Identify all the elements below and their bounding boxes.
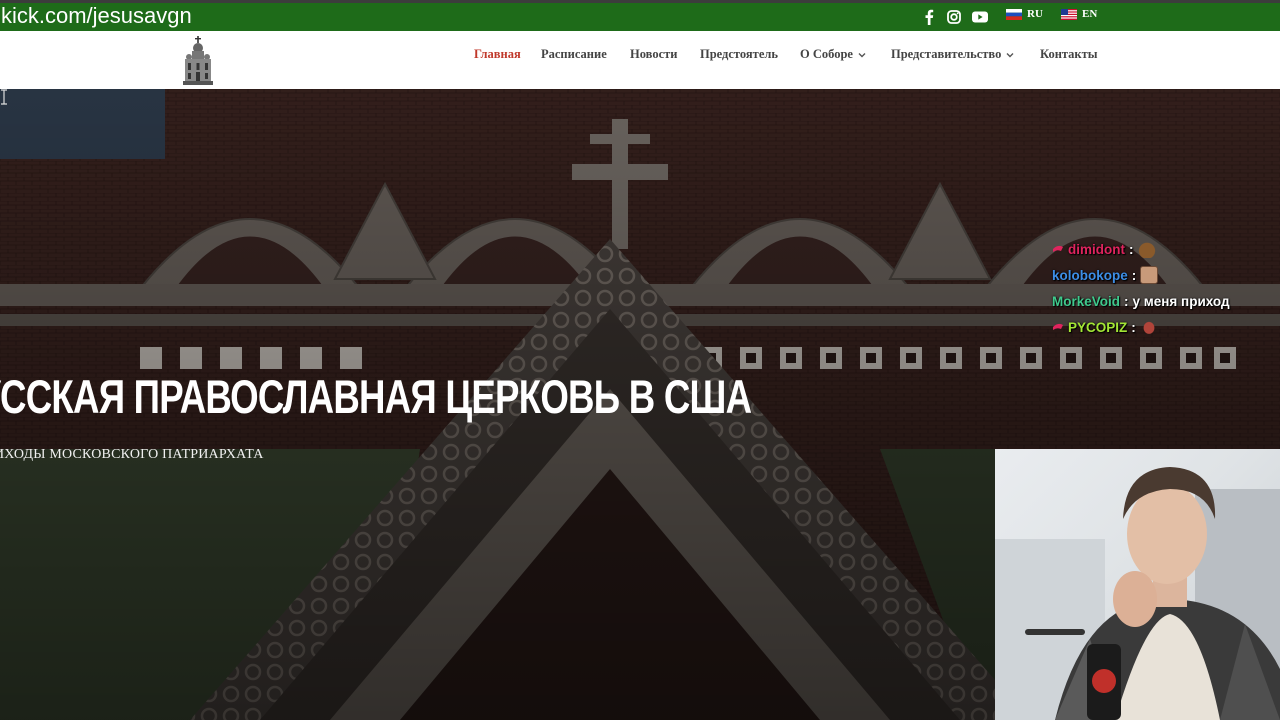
hero-subtitle: ИХОДЫ МОСКОВСКОГО ПАТРИАРХАТА: [0, 447, 264, 462]
chevron-down-icon: [858, 52, 866, 57]
nav-item-schedule[interactable]: Расписание: [541, 47, 607, 62]
chat-message: kolobokope :: [1052, 262, 1280, 288]
chat-separator: :: [1129, 241, 1134, 257]
chat-username: kolobokope: [1052, 267, 1128, 283]
text-cursor-icon: [1, 89, 7, 105]
chat-message: PYCOPIZ :: [1052, 314, 1280, 340]
chat-separator: :: [1131, 267, 1137, 283]
face-emote-icon: [1140, 266, 1159, 284]
instagram-icon[interactable]: [947, 7, 961, 27]
chat-username: PYCOPIZ: [1068, 319, 1128, 335]
chat-separator: :: [1131, 319, 1136, 335]
language-ru-label: RU: [1027, 8, 1043, 20]
chat-separator: :: [1124, 293, 1129, 309]
russia-flag-icon: [1006, 8, 1022, 20]
nav-item-label: Представительство: [891, 47, 1002, 61]
stream-channel-url: kick.com/jesusavgn: [1, 3, 192, 28]
nav-item-about-cathedral[interactable]: О Соборе: [800, 47, 866, 62]
language-ru[interactable]: RU: [1006, 8, 1043, 20]
subscriber-badge-icon: [1053, 323, 1063, 330]
nav-item-contacts[interactable]: Контакты: [1040, 47, 1098, 62]
chat-message: dimidont :: [1052, 236, 1280, 262]
nav-item-representation[interactable]: Представительство: [891, 47, 1014, 62]
subscriber-badge-icon: [1053, 245, 1063, 252]
chat-username: MorkeVoid: [1052, 293, 1121, 309]
language-en-label: EN: [1082, 8, 1098, 20]
hero-title: УССКАЯ ПРАВОСЛАВНАЯ ЦЕРКОВЬ В США: [0, 370, 752, 423]
chat-username: dimidont: [1068, 241, 1125, 257]
top-bar: kick.com/jesusavgn RU EN: [0, 0, 1280, 31]
nav-item-label: Контакты: [1040, 47, 1098, 61]
chat-text: у меня приход: [1132, 293, 1230, 309]
nav-item-label: Главная: [474, 47, 521, 61]
chat-message: MorkeVoid : у меня приход: [1052, 288, 1280, 314]
main-navigation: Главная Расписание Новости Предстоятель …: [0, 31, 1280, 89]
nav-item-news[interactable]: Новости: [630, 47, 677, 62]
nav-item-label: Расписание: [541, 47, 607, 61]
poop-emote-icon: [1137, 240, 1156, 258]
language-en[interactable]: EN: [1061, 8, 1097, 20]
facebook-icon[interactable]: [924, 7, 934, 27]
stream-chat-overlay: dimidont : kolobokope : MorkeVoid : у ме…: [1052, 236, 1280, 340]
nav-item-home[interactable]: Главная: [474, 47, 521, 62]
figure-emote-icon: [1139, 318, 1158, 336]
nav-item-primate[interactable]: Предстоятель: [700, 47, 778, 62]
streamer-webcam: [995, 449, 1280, 720]
cathedral-logo[interactable]: [182, 35, 214, 87]
usa-flag-icon: [1061, 8, 1077, 20]
nav-item-label: Новости: [630, 47, 678, 61]
chevron-down-icon: [1006, 52, 1014, 57]
nav-item-label: Предстоятель: [700, 47, 778, 61]
youtube-icon[interactable]: [972, 7, 988, 27]
nav-item-label: О Соборе: [800, 47, 853, 61]
streamer-person-image: [995, 467, 1280, 720]
